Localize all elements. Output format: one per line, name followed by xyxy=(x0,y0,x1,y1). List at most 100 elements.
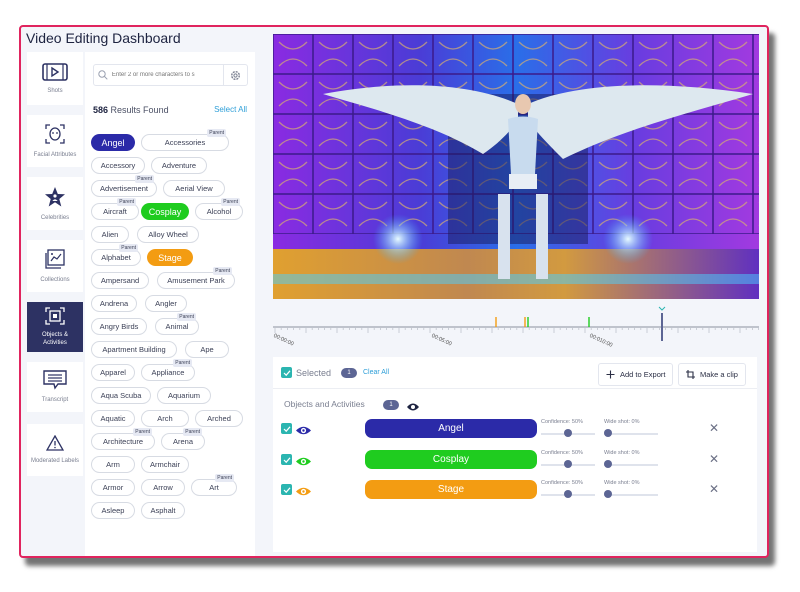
confidence-label: Confidence: 50% xyxy=(541,419,583,425)
check-icon xyxy=(283,486,290,493)
tag-chip[interactable]: Alcohol Parent xyxy=(195,198,243,220)
tag-chip[interactable]: Aircraft Parent xyxy=(91,198,139,220)
slider-handle[interactable] xyxy=(564,460,572,468)
section-visibility-toggle[interactable] xyxy=(406,399,420,417)
tag-chip[interactable]: Advertisement Parent xyxy=(91,175,157,197)
tag-chip[interactable]: Angler xyxy=(145,295,187,312)
make-clip-button[interactable]: Make a clip xyxy=(678,363,746,386)
tag-label: Appliance xyxy=(151,368,185,377)
slider-handle[interactable] xyxy=(604,490,612,498)
sidebar-item-celebrities[interactable]: Celebrities xyxy=(27,177,83,230)
video-player[interactable] xyxy=(273,34,759,299)
object-checkbox[interactable] xyxy=(281,454,292,465)
tag-label: Arm xyxy=(106,460,120,469)
object-detect-icon xyxy=(45,307,65,325)
timeline-ruler[interactable] xyxy=(273,305,760,355)
tag-chip[interactable]: Arch xyxy=(141,410,189,427)
confidence-slider[interactable]: Confidence: 50% xyxy=(541,480,595,502)
tag-chip[interactable]: Aqua Scuba xyxy=(91,387,151,404)
tag-chip[interactable]: Alphabet Parent xyxy=(91,244,141,266)
remove-object-button[interactable]: ✕ xyxy=(709,452,719,466)
tag-chip[interactable]: Architecture Parent xyxy=(91,428,155,450)
tag-chip[interactable]: Amusement Park Parent xyxy=(157,267,235,289)
add-to-export-button[interactable]: Add to Export xyxy=(598,363,674,386)
tag-label: Alphabet xyxy=(101,253,131,262)
object-label: Cosplay xyxy=(432,454,470,465)
tag-chip[interactable]: Alien xyxy=(91,226,129,243)
tag-chip[interactable]: Aerial View xyxy=(163,180,225,197)
tag-chip[interactable]: Accessories Parent xyxy=(141,129,229,151)
tag-chip[interactable]: Aquarium xyxy=(157,387,211,404)
warning-icon xyxy=(46,435,64,451)
object-checkbox[interactable] xyxy=(281,484,292,495)
slider-handle[interactable] xyxy=(604,460,612,468)
sidebar-item-moderated-labels[interactable]: Moderated Labels xyxy=(27,424,83,476)
sidebar-item-collections[interactable]: Collections xyxy=(27,240,83,292)
tag-chip[interactable]: Ape xyxy=(185,341,229,358)
confidence-slider[interactable]: Confidence: 50% xyxy=(541,450,595,472)
object-checkbox[interactable] xyxy=(281,423,292,434)
wide-shot-slider[interactable]: Wide shot: 0% xyxy=(604,419,658,441)
tag-chip[interactable]: Arm xyxy=(91,456,135,473)
tag-chip[interactable]: Appliance Parent xyxy=(141,359,195,381)
tag-chip[interactable]: Ampersand xyxy=(91,272,149,289)
timeline[interactable]: 00:00:00 00:05:00 00:010:00 xyxy=(272,305,760,355)
tag-label: Aerial View xyxy=(175,184,213,193)
tag-chip[interactable]: Armor xyxy=(91,479,135,496)
tag-chip[interactable]: Apparel xyxy=(91,364,135,381)
wide-shot-slider[interactable]: Wide shot: 0% xyxy=(604,450,658,472)
tag-chip[interactable]: Adventure xyxy=(151,157,207,174)
confidence-slider[interactable]: Confidence: 50% xyxy=(541,419,595,441)
tag-chip[interactable]: Aquatic xyxy=(91,410,135,427)
select-all-checkbox[interactable] xyxy=(281,367,292,378)
sidebar-item-facial-attributes[interactable]: Facial Attributes xyxy=(27,115,83,167)
search-input[interactable] xyxy=(111,72,224,78)
tag-chip[interactable]: Art Parent xyxy=(191,474,237,496)
tag-label: Aquarium xyxy=(167,391,201,400)
face-scan-icon xyxy=(45,124,65,144)
tag-row: Aircraft Parent Cosplay Alcohol Parent xyxy=(91,198,251,226)
tag-chip[interactable]: Angry Birds xyxy=(91,318,147,335)
tag-chip[interactable]: Asleep xyxy=(91,502,135,519)
select-all-link[interactable]: Select All xyxy=(214,105,247,114)
tag-chip[interactable]: Armchair xyxy=(141,456,189,473)
object-visibility-toggle[interactable] xyxy=(295,423,312,441)
sidebar-item-shots[interactable]: Shots xyxy=(27,52,83,105)
object-label-pill: Cosplay xyxy=(365,450,537,469)
sidebar-item-label: Celebrities xyxy=(40,214,70,221)
tag-row: Alien Alloy Wheel xyxy=(91,226,251,249)
eye-icon xyxy=(296,457,311,466)
slider-handle[interactable] xyxy=(564,429,572,437)
tag-chip[interactable]: Angel xyxy=(91,134,135,151)
clear-all-link[interactable]: Clear All xyxy=(363,369,389,376)
object-visibility-toggle[interactable] xyxy=(295,454,312,472)
object-label: Angel xyxy=(438,423,464,434)
sidebar-item-transcript[interactable]: Transcript xyxy=(27,362,83,412)
tag-chip[interactable]: Arena Parent xyxy=(161,428,205,450)
parent-badge: Parent xyxy=(221,198,240,206)
slider-handle[interactable] xyxy=(604,429,612,437)
object-visibility-toggle[interactable] xyxy=(295,484,312,502)
remove-object-button[interactable]: ✕ xyxy=(709,482,719,496)
tag-chip[interactable]: Animal Parent xyxy=(155,313,199,335)
settings-button[interactable] xyxy=(223,64,247,86)
tag-chip[interactable]: Apartment Building xyxy=(91,341,177,358)
tag-chip[interactable]: Accessory xyxy=(91,157,145,174)
remove-object-button[interactable]: ✕ xyxy=(709,421,719,435)
tag-chip[interactable]: Arched xyxy=(195,410,243,427)
tag-chip[interactable]: Cosplay xyxy=(141,203,189,220)
selected-count-badge: 1 xyxy=(341,368,357,378)
tag-label: Adventure xyxy=(161,161,197,170)
tag-chip[interactable]: Stage xyxy=(147,249,193,266)
tag-label: Alloy Wheel xyxy=(148,230,188,239)
sidebar-item-objects-activities[interactable]: Objects & Activities xyxy=(27,302,83,352)
confidence-label: Confidence: 50% xyxy=(541,480,583,486)
wide-shot-slider[interactable]: Wide shot: 0% xyxy=(604,480,658,502)
slider-handle[interactable] xyxy=(564,490,572,498)
tag-chip[interactable]: Alloy Wheel xyxy=(137,226,199,243)
tag-chip[interactable]: Asphalt xyxy=(141,502,185,519)
tag-chip[interactable]: Arrow xyxy=(141,479,185,496)
sidebar-item-label: Collections xyxy=(40,277,70,283)
tag-chip[interactable]: Andrena xyxy=(91,295,137,312)
slider-track xyxy=(604,494,658,496)
